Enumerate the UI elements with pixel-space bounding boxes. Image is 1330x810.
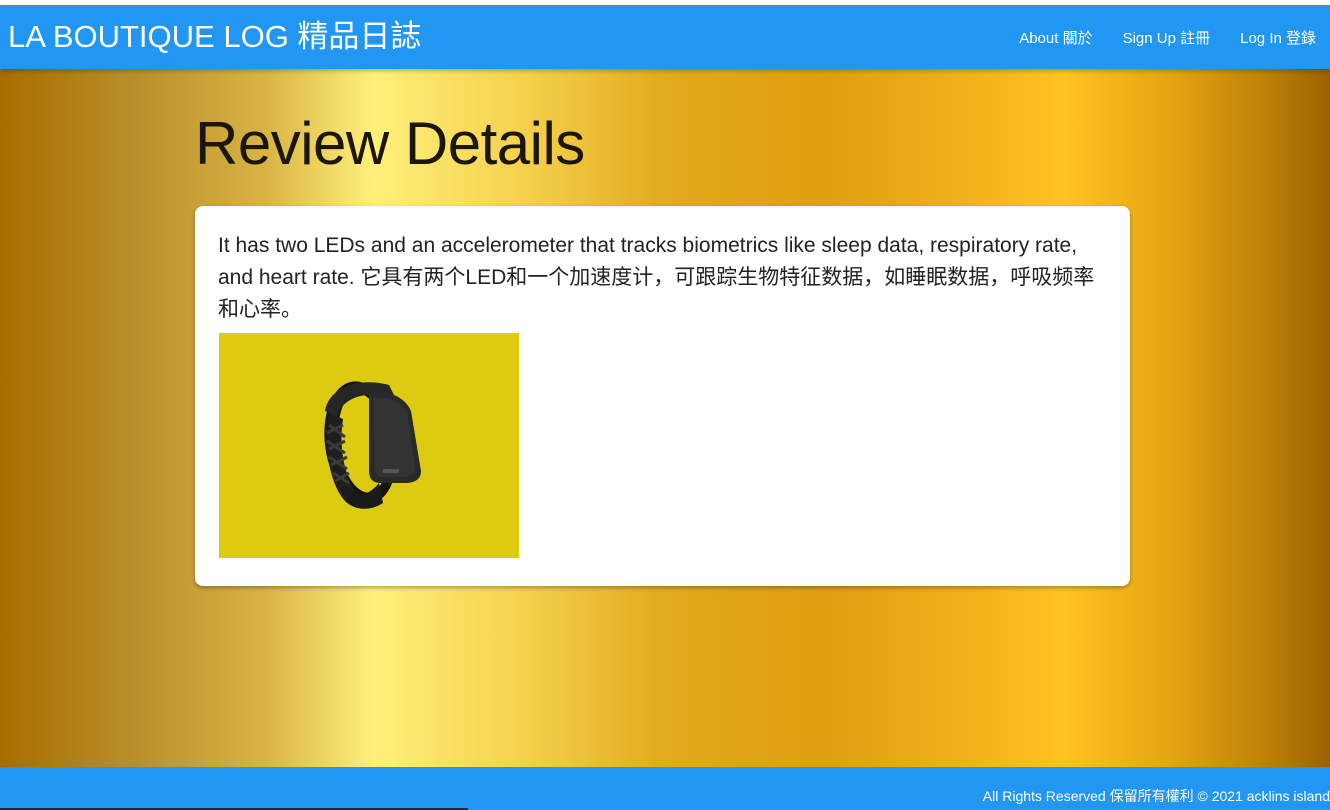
nav-links: About 關於 Sign Up 註冊 Log In 登錄 [989,5,1316,69]
fitness-band-illustration [324,381,421,509]
nav-signup-link[interactable]: Sign Up 註冊 [1123,27,1211,48]
review-card: It has two LEDs and an accelerometer tha… [195,206,1130,586]
review-text: It has two LEDs and an accelerometer tha… [218,234,1095,321]
main-content: Review Details It has two LEDs and an ac… [0,69,1330,767]
nav-login-link[interactable]: Log In 登錄 [1240,27,1316,48]
page-title: Review Details [195,110,585,177]
navbar: LA BOUTIQUE LOG 精品日誌 About 關於 Sign Up 註冊… [0,5,1330,69]
brand-link[interactable]: LA BOUTIQUE LOG 精品日誌 [8,5,421,69]
footer: All Rights Reserved 保留所有權利 © 2021 acklin… [0,767,1330,808]
review-image [219,333,519,558]
footer-copyright: All Rights Reserved 保留所有權利 © 2021 acklin… [982,788,1330,804]
nav-about-link[interactable]: About 關於 [1019,27,1092,48]
